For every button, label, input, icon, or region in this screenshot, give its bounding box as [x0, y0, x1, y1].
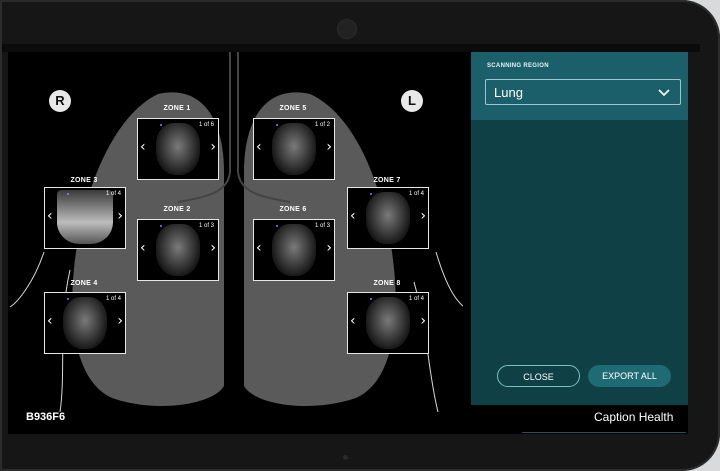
export-all-button[interactable]: EXPORT ALL: [588, 365, 671, 387]
screen: R L ZONE 1 1 of 6 ‹ › ZONE 2 1 of 3 ‹ › …: [8, 52, 688, 434]
zone-5-title: ZONE 5: [279, 105, 307, 112]
zone-2-thumbnail[interactable]: 1 of 3 ‹ ›: [137, 219, 219, 281]
brand-logo: Caption Health: [594, 410, 674, 424]
chevron-down-icon: [658, 89, 670, 97]
zone-7-title: ZONE 7: [373, 177, 401, 184]
ultrasound-image: [272, 123, 316, 175]
probe-marker-icon: [160, 225, 162, 227]
chevron-left-icon[interactable]: ‹: [256, 241, 262, 255]
ultrasound-image: [272, 224, 316, 276]
chevron-left-icon[interactable]: ‹: [47, 209, 53, 223]
zone-2-count: 1 of 3: [198, 223, 214, 229]
probe-marker-icon: [276, 225, 278, 227]
zone-6-count: 1 of 3: [314, 223, 330, 229]
probe-marker-icon: [67, 298, 69, 300]
chevron-left-icon[interactable]: ‹: [350, 314, 356, 328]
probe-marker-icon: [370, 193, 372, 195]
ultrasound-image: [57, 190, 113, 244]
chevron-right-icon[interactable]: ›: [326, 241, 332, 255]
zone-5-count: 1 of 2: [314, 122, 330, 128]
divider: [522, 432, 686, 433]
zone-4-title: ZONE 4: [70, 280, 98, 287]
scanning-region-panel: SCANNING REGION Lung CLOSE EXPORT ALL: [471, 52, 688, 405]
zone-1-title: ZONE 1: [163, 105, 191, 112]
probe-marker-icon: [276, 124, 278, 126]
zone-3-count: 1 of 4: [105, 191, 121, 197]
chevron-right-icon[interactable]: ›: [420, 209, 426, 223]
zone-2-title: ZONE 2: [163, 206, 191, 213]
zone-4-thumbnail[interactable]: 1 of 4 ‹ ›: [44, 292, 126, 354]
zone-6-thumbnail[interactable]: 1 of 3 ‹ ›: [253, 219, 335, 281]
device-id: B936F6: [26, 411, 66, 423]
home-indicator: [343, 455, 348, 460]
ultrasound-image: [63, 297, 107, 349]
close-button[interactable]: CLOSE: [497, 365, 580, 387]
zone-6-title: ZONE 6: [279, 206, 307, 213]
zone-3-title: ZONE 3: [70, 177, 98, 184]
chevron-left-icon[interactable]: ‹: [140, 241, 146, 255]
probe-marker-icon: [67, 193, 69, 195]
chevron-right-icon[interactable]: ›: [210, 241, 216, 255]
chevron-right-icon[interactable]: ›: [117, 209, 123, 223]
zone-1-count: 1 of 6: [198, 122, 214, 128]
zone-8-count: 1 of 4: [408, 296, 424, 302]
chevron-left-icon[interactable]: ‹: [350, 209, 356, 223]
ultrasound-image: [366, 192, 410, 244]
left-side-badge: L: [401, 90, 423, 112]
zone-8-title: ZONE 8: [373, 280, 401, 287]
zone-5-thumbnail[interactable]: 1 of 2 ‹ ›: [253, 118, 335, 180]
panel-header: SCANNING REGION Lung: [471, 52, 688, 120]
chevron-left-icon[interactable]: ‹: [47, 314, 53, 328]
scanning-region-label: SCANNING REGION: [487, 63, 549, 69]
right-side-badge: R: [49, 90, 71, 112]
zone-7-thumbnail[interactable]: 1 of 4 ‹ ›: [347, 187, 429, 249]
chevron-right-icon[interactable]: ›: [420, 314, 426, 328]
status-bar: [0, 44, 700, 52]
chevron-right-icon[interactable]: ›: [117, 314, 123, 328]
ultrasound-image: [366, 297, 410, 349]
probe-marker-icon: [370, 298, 372, 300]
scanning-region-select[interactable]: Lung: [485, 79, 681, 105]
ultrasound-image: [156, 224, 200, 276]
zone-1-thumbnail[interactable]: 1 of 6 ‹ ›: [137, 118, 219, 180]
tablet-frame: R L ZONE 1 1 of 6 ‹ › ZONE 2 1 of 3 ‹ › …: [0, 0, 720, 471]
selected-region: Lung: [494, 85, 523, 100]
chevron-left-icon[interactable]: ‹: [140, 140, 146, 154]
camera-icon: [337, 19, 357, 39]
chevron-right-icon[interactable]: ›: [326, 140, 332, 154]
ultrasound-image: [156, 123, 200, 175]
zone-4-count: 1 of 4: [105, 296, 121, 302]
probe-marker-icon: [160, 124, 162, 126]
chevron-left-icon[interactable]: ‹: [256, 140, 262, 154]
zone-8-thumbnail[interactable]: 1 of 4 ‹ ›: [347, 292, 429, 354]
zone-3-thumbnail[interactable]: 1 of 4 ‹ ›: [44, 187, 126, 249]
zone-7-count: 1 of 4: [408, 191, 424, 197]
chevron-right-icon[interactable]: ›: [210, 140, 216, 154]
